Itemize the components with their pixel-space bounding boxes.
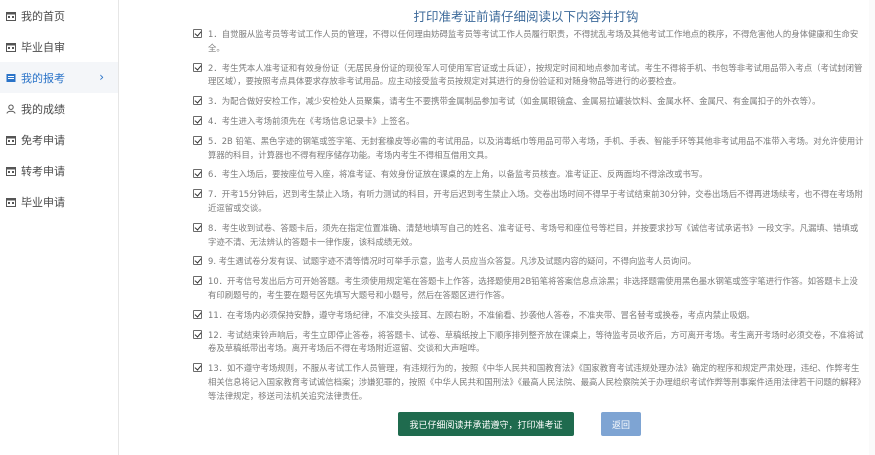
rule-text: 4．考生进入考场前须先在《考场信息记录卡》上签名。 (208, 115, 415, 126)
rule-text: 1．自觉服从监考员等考试工作人员的管理，不得以任何理由妨碍监考员等考试工作人员履… (208, 29, 859, 53)
sidebar-item-transfer[interactable]: 转考申请 (0, 155, 118, 186)
calendar-icon (6, 197, 16, 207)
rule-text: 2．考生凭本人准考证和有效身份证（无居民身份证的现役军人可使用军官证或士兵证），… (208, 62, 863, 87)
rule-checkbox[interactable] (193, 135, 202, 145)
rule-checkbox[interactable] (193, 96, 202, 106)
sidebar-item-label: 毕业自审 (21, 40, 65, 54)
sidebar-item-label: 我的首页 (21, 9, 65, 23)
sidebar-item-label: 我的成绩 (21, 102, 65, 116)
sidebar: 我的首页 毕业自审 我的报考 › 我的成绩 免考申请 转考申请 毕业申请 (0, 0, 119, 455)
calendar-icon (6, 42, 16, 52)
rule-item: 11．在考场内必须保持安静，遵守考场纪律，不准交头接耳、左顾右盼，不准偷看、抄袭… (192, 309, 864, 323)
calendar-icon (6, 135, 16, 145)
action-bar: 我已仔细阅读并承诺遵守，打印准考证 返回 (180, 412, 872, 438)
page-title: 打印准考证前请仔细阅读以下内容并打钩 (413, 9, 639, 24)
sidebar-item-label: 转考申请 (21, 164, 65, 178)
rule-checkbox[interactable] (193, 189, 202, 199)
sidebar-item-exemption[interactable]: 免考申请 (0, 124, 118, 155)
rule-item: 5．2B 铅笔、黑色字迹的钢笔或签字笔、无封套橡皮等必需的考试用品，以及消毒纸巾… (192, 135, 864, 163)
rule-item: 13．如不遵守考场规则，不服从考试工作人员管理，有违规行为的，按照《中华人民共和… (192, 362, 864, 403)
sidebar-item-label: 毕业申请 (21, 195, 65, 209)
rule-checkbox[interactable] (193, 222, 202, 232)
rule-text: 7．开考15分钟后，迟到考生禁止入场，有听力测试的科目，开考后迟到考生禁止入场。… (208, 189, 863, 213)
rules-list: 1．自觉服从监考员等考试工作人员的管理，不得以任何理由妨碍监考员等考试工作人员履… (180, 28, 872, 404)
rule-text: 13．如不遵守考场规则，不服从考试工作人员管理，有违规行为的，按照《中华人民共和… (208, 363, 862, 401)
main-content: 打印准考证前请仔细阅读以下内容并打钩 1．自觉服从监考员等考试工作人员的管理，不… (180, 0, 872, 455)
back-button[interactable]: 返回 (601, 412, 641, 436)
sidebar-item-graduation-apply[interactable]: 毕业申请 (0, 186, 118, 217)
rule-text: 11．在考场内必须保持安静，遵守考场纪律，不准交头接耳、左顾右盼，不准偷看、抄袭… (208, 309, 755, 320)
rule-item: 12．考试结束铃声响后，考生立即停止答卷，将答题卡、试卷、草稿纸按上下顺序排列整… (192, 329, 864, 357)
rule-item: 4．考生进入考场前须先在《考场信息记录卡》上签名。 (192, 115, 864, 129)
rules-panel: 打印准考证前请仔细阅读以下内容并打钩 1．自觉服从监考员等考试工作人员的管理，不… (180, 0, 872, 455)
rule-item: 1．自觉服从监考员等考试工作人员的管理，不得以任何理由妨碍监考员等考试工作人员履… (192, 28, 864, 56)
sidebar-item-graduation-review[interactable]: 毕业自审 (0, 31, 118, 62)
rule-checkbox[interactable] (193, 29, 202, 38)
rule-text: 9. 考生遇试卷分发有误、试题字迹不清等情况时可举手示意，监考人员应当众答复。凡… (208, 256, 697, 267)
rule-checkbox[interactable] (193, 329, 202, 339)
rule-item: 8．考生收到试卷、答题卡后，须先在指定位置准确、清楚地填写自己的姓名、准考证号、… (192, 222, 864, 250)
rule-item: 2．考生凭本人准考证和有效身份证（无居民身份证的现役军人可使用军官证或士兵证），… (192, 62, 864, 90)
rule-text: 10．开考信号发出后方可开始答题。考生须使用规定笔在答题卡上作答，选择题使用2B… (208, 276, 858, 300)
sidebar-item-label: 我的报考 (21, 71, 65, 85)
rule-text: 8．考生收到试卷、答题卡后，须先在指定位置准确、清楚地填写自己的姓名、准考证号、… (208, 222, 859, 247)
rule-checkbox[interactable] (193, 115, 202, 125)
sidebar-item-label: 免考申请 (21, 133, 65, 147)
rule-item: 10．开考信号发出后方可开始答题。考生须使用规定笔在答题卡上作答，选择题使用2B… (192, 275, 864, 303)
rule-checkbox[interactable] (193, 309, 202, 319)
rule-checkbox[interactable] (193, 169, 202, 179)
rule-text: 3．为配合做好安检工作，减少安检处人员聚集，请考生不要携带金属制品参加考试（如金… (208, 96, 821, 107)
sidebar-item-my-registration[interactable]: 我的报考 › (0, 62, 118, 93)
document-icon (6, 73, 16, 83)
rule-item: 3．为配合做好安检工作，减少安检处人员聚集，请考生不要携带金属制品参加考试（如金… (192, 95, 864, 109)
chevron-right-icon: › (99, 70, 104, 84)
page-scrollbar[interactable] (869, 0, 875, 455)
sidebar-item-home[interactable]: 我的首页 (0, 0, 118, 31)
print-admission-ticket-button[interactable]: 我已仔细阅读并承诺遵守，打印准考证 (398, 412, 574, 436)
rule-text: 6．考生入场后，要按座位号入座，将准考证、有效身份证放在课桌的左上角，以备监考员… (208, 169, 708, 180)
rule-checkbox[interactable] (193, 256, 202, 266)
rule-item: 6．考生入场后，要按座位号入座，将准考证、有效身份证放在课桌的左上角，以备监考员… (192, 168, 864, 182)
calendar-icon (6, 11, 16, 21)
user-icon (6, 104, 16, 114)
rule-checkbox[interactable] (193, 276, 202, 286)
calendar-icon (6, 166, 16, 176)
sidebar-item-my-scores[interactable]: 我的成绩 (0, 93, 118, 124)
rule-text: 5．2B 铅笔、黑色字迹的钢笔或签字笔、无封套橡皮等必需的考试用品，以及消毒纸巾… (208, 135, 864, 160)
rule-checkbox[interactable] (193, 62, 202, 72)
rule-checkbox[interactable] (193, 363, 202, 373)
rule-text: 12．考试结束铃声响后，考生立即停止答卷，将答题卡、试卷、草稿纸按上下顺序排列整… (208, 329, 864, 354)
rule-item: 7．开考15分钟后，迟到考生禁止入场，有听力测试的科目，开考后迟到考生禁止入场。… (192, 188, 864, 216)
rule-item: 9. 考生遇试卷分发有误、试题字迹不清等情况时可举手示意，监考人员应当众答复。凡… (192, 255, 864, 269)
